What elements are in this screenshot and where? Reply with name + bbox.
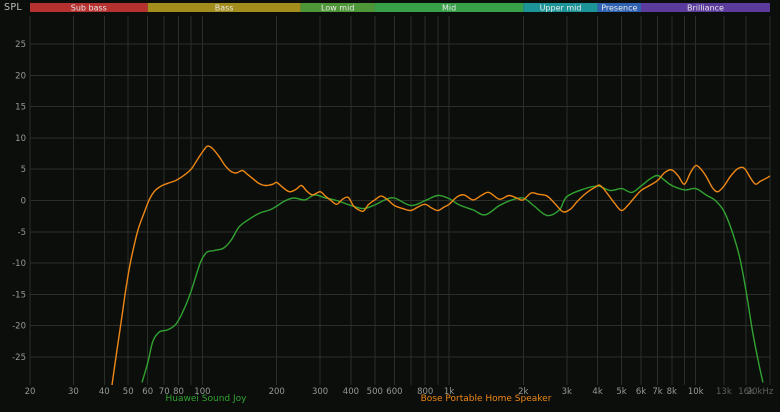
x-tick-label-20: 20: [25, 387, 36, 397]
y-tick-label-0: 0: [21, 197, 26, 207]
y-tick-label-25: 25: [15, 40, 26, 50]
x-tick-label-400: 400: [343, 387, 359, 397]
band-label-upper-mid: Upper mid: [540, 4, 582, 13]
y-tick-label-5: 5: [21, 165, 26, 175]
band-label-mid: Mid: [442, 4, 456, 13]
x-tick-label-7k: 7k: [652, 387, 662, 397]
legend-series-huawei-sound-joy: Huawei Sound Joy: [165, 394, 247, 404]
band-label-low-mid: Low mid: [321, 4, 354, 13]
y-tick-label--25: -25: [12, 353, 26, 363]
y-tick-label--5: -5: [18, 228, 26, 238]
x-tick-label-30: 30: [68, 387, 79, 397]
x-tick-label-5k: 5k: [616, 387, 626, 397]
y-tick-label-20: 20: [15, 71, 26, 81]
x-tick-label-20kHz: 20kHz: [747, 387, 774, 397]
y-tick-label-10: 10: [15, 134, 26, 144]
spl-axis-title: SPL: [4, 2, 22, 13]
y-tick-label--10: -10: [12, 259, 26, 269]
x-tick-label-6k: 6k: [636, 387, 646, 397]
legend-series-bose-portable-home-speaker: Bose Portable Home Speaker: [420, 394, 552, 404]
band-label-sub-bass: Sub bass: [71, 4, 107, 13]
y-tick-label-15: 15: [15, 103, 26, 113]
y-tick-label--20: -20: [12, 322, 26, 332]
band-label-presence: Presence: [601, 4, 637, 13]
x-tick-label-600: 600: [386, 387, 402, 397]
x-tick-label-10k: 10k: [688, 387, 704, 397]
frequency-response-chart: 2520151050-5-10-15-20-2520 30 40 50 60 70 80 10…: [12, 3, 774, 397]
spl-frequency-response-panel: SPL 25 20 15 10 5 0 -5 -10 -15 -20 -25 20 30 40 50 60 70…: [0, 0, 780, 412]
x-tick-label-3k: 3k: [562, 387, 572, 397]
band-label-brilliance: Brilliance: [687, 4, 724, 13]
series-path-huawei-sound-joy: [141, 174, 764, 383]
x-tick-label-13k: 13k: [716, 387, 732, 397]
x-tick-label-60: 60: [142, 387, 153, 397]
x-tick-label-50: 50: [123, 387, 134, 397]
x-tick-label-500: 500: [367, 387, 383, 397]
x-tick-label-4k: 4k: [592, 387, 602, 397]
x-tick-label-200: 200: [269, 387, 285, 397]
x-tick-label-300: 300: [312, 387, 328, 397]
x-tick-label-40: 40: [99, 387, 110, 397]
band-label-bass: Bass: [215, 4, 234, 13]
x-tick-label-8k: 8k: [667, 387, 677, 397]
y-tick-label--15: -15: [12, 290, 26, 300]
